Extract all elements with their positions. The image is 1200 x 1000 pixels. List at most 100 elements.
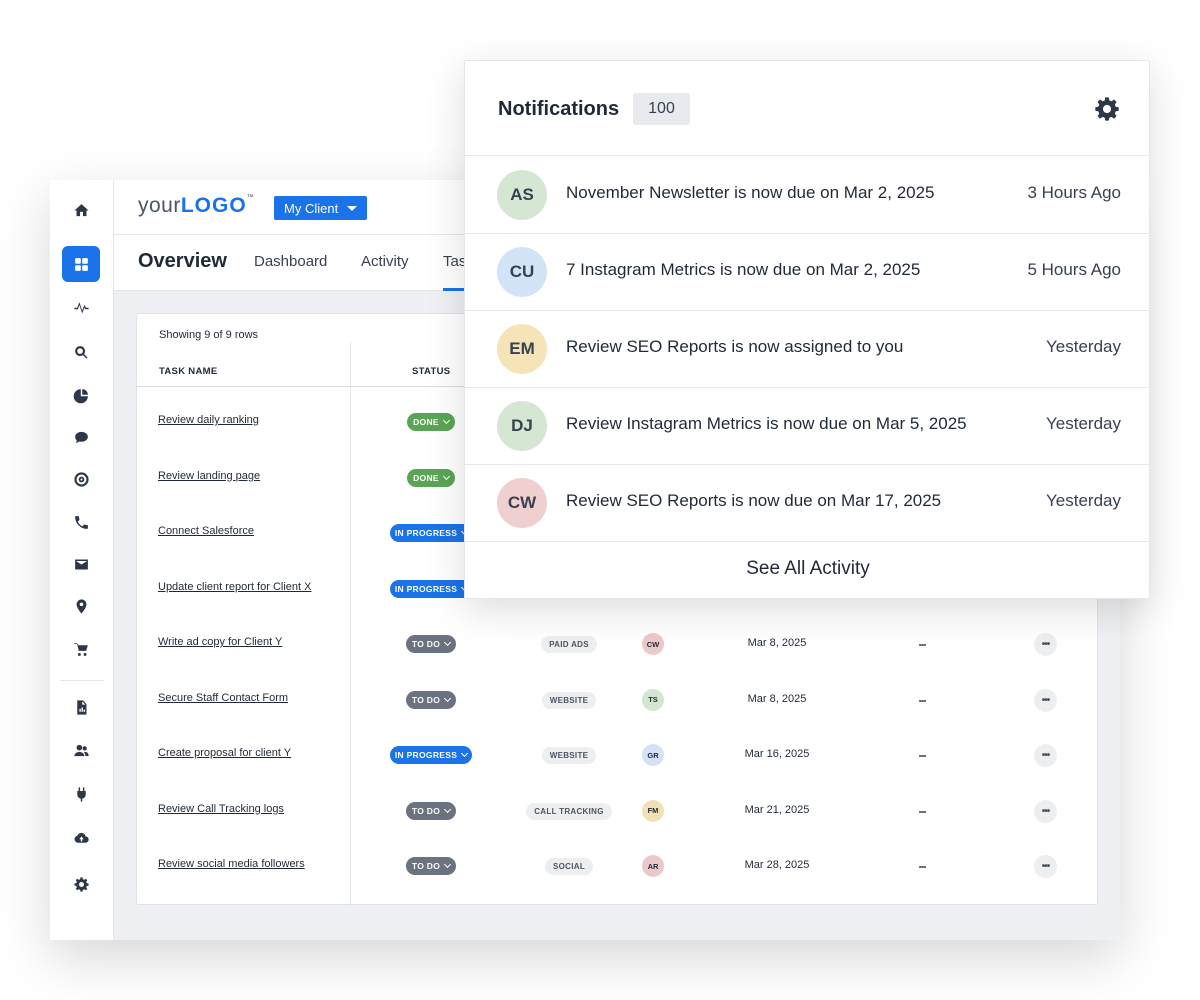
sidebar-divider xyxy=(60,680,104,681)
task-tag: WEBSITE xyxy=(542,747,596,764)
target-icon[interactable] xyxy=(62,461,100,497)
more-options-button[interactable]: ••• xyxy=(1034,799,1057,823)
avatar: CU xyxy=(497,247,547,297)
task-tag: SOCIAL xyxy=(545,858,593,875)
empty-value-dash xyxy=(919,810,926,813)
notification-item[interactable]: AS November Newsletter is now due on Mar … xyxy=(465,156,1151,233)
notifications-popover: Notifications 100 AS November Newsletter … xyxy=(464,60,1151,599)
notification-item[interactable]: CW Review SEO Reports is now due on Mar 1… xyxy=(465,464,1151,541)
chevron-down-icon xyxy=(461,749,469,758)
status-badge[interactable]: IN PROGRESS xyxy=(390,524,472,542)
logo: yourLOGO™ xyxy=(138,194,255,217)
tab-tasks[interactable]: Tas xyxy=(443,253,466,270)
header-status[interactable]: STATUS xyxy=(412,366,450,377)
task-name-link[interactable]: Review Call Tracking logs xyxy=(158,803,284,815)
chevron-down-icon xyxy=(444,805,452,813)
notification-item[interactable]: DJ Review Instagram Metrics is now due on… xyxy=(465,387,1151,464)
notification-text: Review SEO Reports is now due on Mar 17,… xyxy=(566,491,942,510)
plug-icon[interactable] xyxy=(62,776,100,812)
task-name-link[interactable]: Review social media followers xyxy=(158,858,305,870)
notifications-divider xyxy=(465,541,1151,542)
status-label: IN PROGRESS xyxy=(394,750,458,760)
status-badge[interactable]: TO DO xyxy=(406,690,456,709)
see-all-activity-link[interactable]: See All Activity xyxy=(465,558,1151,580)
tab-activity[interactable]: Activity xyxy=(361,253,409,270)
task-name-link[interactable]: Secure Staff Contact Form xyxy=(158,692,288,704)
status-badge[interactable]: IN PROGRESS xyxy=(390,579,472,598)
location-pin-icon[interactable] xyxy=(62,588,100,624)
due-date: Mar 8, 2025 xyxy=(747,637,807,649)
notification-text: Review SEO Reports is now assigned to yo… xyxy=(566,337,904,356)
report-file-icon[interactable] xyxy=(62,689,100,725)
empty-value-dash xyxy=(919,755,926,757)
gear-icon[interactable] xyxy=(1093,95,1121,123)
tab-dashboard[interactable]: Dashboard xyxy=(254,253,327,270)
task-name-link[interactable]: Review landing page xyxy=(158,470,260,482)
task-name-link[interactable]: Create proposal for client Y xyxy=(158,747,291,759)
avatar[interactable]: AR xyxy=(642,855,664,877)
users-icon[interactable] xyxy=(62,732,100,768)
due-date: Mar 8, 2025 xyxy=(747,692,807,705)
status-badge[interactable]: DONE xyxy=(407,468,455,487)
row-count-text: Showing 9 of 9 rows xyxy=(159,329,259,341)
status-badge[interactable]: DONE xyxy=(407,413,455,431)
status-badge[interactable]: TO DO xyxy=(406,635,456,653)
status-label: DONE xyxy=(413,472,439,483)
chevron-down-icon xyxy=(442,472,450,480)
search-icon[interactable] xyxy=(62,334,100,370)
cloud-icon[interactable] xyxy=(62,820,100,856)
pulse-icon[interactable] xyxy=(62,290,100,326)
home-icon[interactable] xyxy=(62,192,100,228)
phone-icon[interactable] xyxy=(62,504,100,540)
notification-text: Review Instagram Metrics is now due on M… xyxy=(566,414,967,433)
status-label: TO DO xyxy=(411,639,441,649)
status-badge[interactable]: TO DO xyxy=(406,801,456,820)
empty-value-dash xyxy=(919,699,926,702)
notification-time: Yesterday xyxy=(1046,491,1121,510)
status-label: TO DO xyxy=(411,694,441,705)
task-name-link[interactable]: Review daily ranking xyxy=(158,414,259,426)
settings-icon[interactable] xyxy=(62,866,100,902)
notification-time: 3 Hours Ago xyxy=(1027,183,1121,202)
chat-icon[interactable] xyxy=(62,419,100,455)
avatar[interactable]: CW xyxy=(642,633,664,655)
mail-icon[interactable] xyxy=(62,546,100,582)
more-options-button[interactable]: ••• xyxy=(1034,855,1057,878)
more-options-button[interactable]: ••• xyxy=(1034,633,1057,656)
notification-time: 5 Hours Ago xyxy=(1027,260,1121,279)
page-title: Overview xyxy=(138,250,227,272)
avatar[interactable]: GR xyxy=(642,744,664,766)
client-selector-button[interactable]: My Client xyxy=(274,196,368,220)
dashboard-grid-icon[interactable] xyxy=(62,246,100,282)
notifications-title: Notifications xyxy=(498,98,620,120)
task-name-link[interactable]: Write ad copy for Client Y xyxy=(158,636,282,648)
more-options-button[interactable]: ••• xyxy=(1034,688,1057,712)
notification-text: 7 Instagram Metrics is now due on Mar 2,… xyxy=(566,260,921,279)
pie-chart-icon[interactable] xyxy=(62,377,100,413)
avatar: DJ xyxy=(497,401,547,451)
task-name-link[interactable]: Update client report for Client X xyxy=(158,581,311,593)
sidebar xyxy=(50,180,114,940)
notification-item[interactable]: CU 7 Instagram Metrics is now due on Mar … xyxy=(465,233,1151,310)
status-label: IN PROGRESS xyxy=(394,583,458,594)
status-badge[interactable]: IN PROGRESS xyxy=(390,746,472,764)
status-badge[interactable]: TO DO xyxy=(406,857,456,875)
header-task-name[interactable]: TASK NAME xyxy=(159,366,217,377)
notification-time: Yesterday xyxy=(1046,337,1121,356)
table-row: Review Call Tracking logs TO DO CALL TRACK… xyxy=(137,783,1099,839)
table-row: Secure Staff Contact Form TO DO WEBSITE TS M… xyxy=(137,672,1099,728)
due-date: Mar 16, 2025 xyxy=(744,748,810,760)
task-name-link[interactable]: Connect Salesforce xyxy=(158,525,254,537)
avatar[interactable]: TS xyxy=(642,688,664,711)
notification-item[interactable]: EM Review SEO Reports is now assigned to … xyxy=(465,310,1151,387)
status-label: TO DO xyxy=(411,861,441,871)
chevron-down-icon xyxy=(444,638,452,647)
more-options-button[interactable]: ••• xyxy=(1034,744,1057,767)
empty-value-dash xyxy=(919,866,926,868)
avatar: EM xyxy=(497,324,547,374)
task-tag: WEBSITE xyxy=(542,691,596,709)
notification-text: November Newsletter is now due on Mar 2,… xyxy=(566,183,935,202)
task-tag: PAID ADS xyxy=(541,636,597,653)
cart-icon[interactable] xyxy=(62,631,100,667)
avatar[interactable]: FM xyxy=(642,799,664,822)
